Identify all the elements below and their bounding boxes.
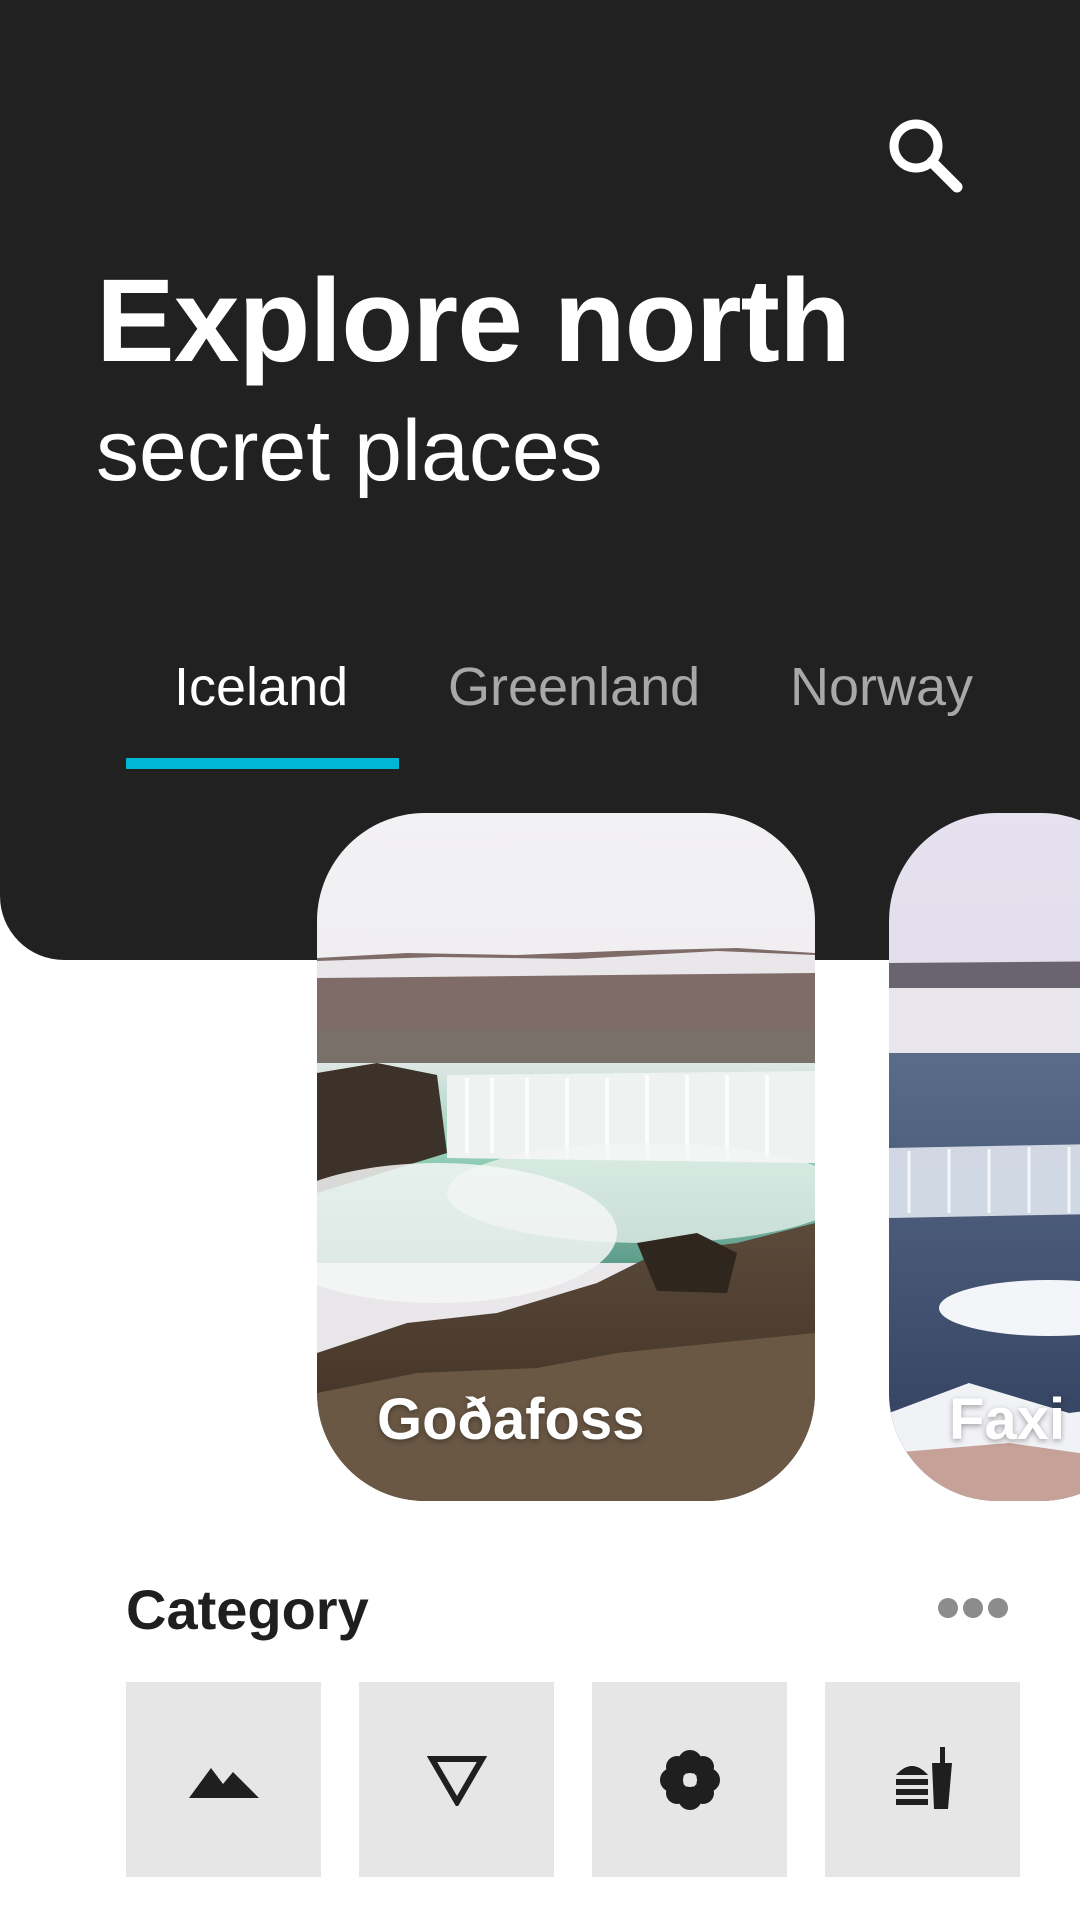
tab-indicator (126, 758, 399, 769)
search-icon (889, 119, 963, 193)
place-title: Goðafoss (377, 1387, 645, 1452)
category-flowers[interactable] (592, 1682, 787, 1877)
more-button[interactable] (930, 1584, 1016, 1632)
tab-iceland[interactable]: Iceland (174, 660, 348, 714)
page-title: Explore north (96, 255, 851, 387)
place-card-godafoss[interactable]: Goðafoss (317, 813, 815, 1501)
place-title: Faxi (949, 1387, 1066, 1452)
search-button[interactable] (870, 100, 980, 210)
tab-norway[interactable]: Norway (790, 660, 973, 714)
category-mountains[interactable] (126, 1682, 321, 1877)
more-dot (988, 1598, 1008, 1618)
place-card-faxi[interactable]: Faxi (889, 813, 1080, 1501)
mountain-icon (188, 1767, 259, 1798)
food-icon (895, 1746, 952, 1809)
triangle-down-icon (426, 1755, 487, 1806)
category-triangle[interactable] (359, 1682, 554, 1877)
flower-icon (659, 1749, 720, 1810)
more-dot (963, 1598, 983, 1618)
more-horizontal-icon (938, 1598, 958, 1618)
country-tabs: Iceland Greenland Norway (126, 650, 1080, 770)
explore-screen: Explore north secret places Iceland Gree… (0, 0, 1080, 1920)
tab-greenland[interactable]: Greenland (448, 660, 700, 714)
category-food[interactable] (825, 1682, 1020, 1877)
page-subtitle: secret places (96, 403, 603, 499)
category-heading: Category (126, 1578, 369, 1641)
